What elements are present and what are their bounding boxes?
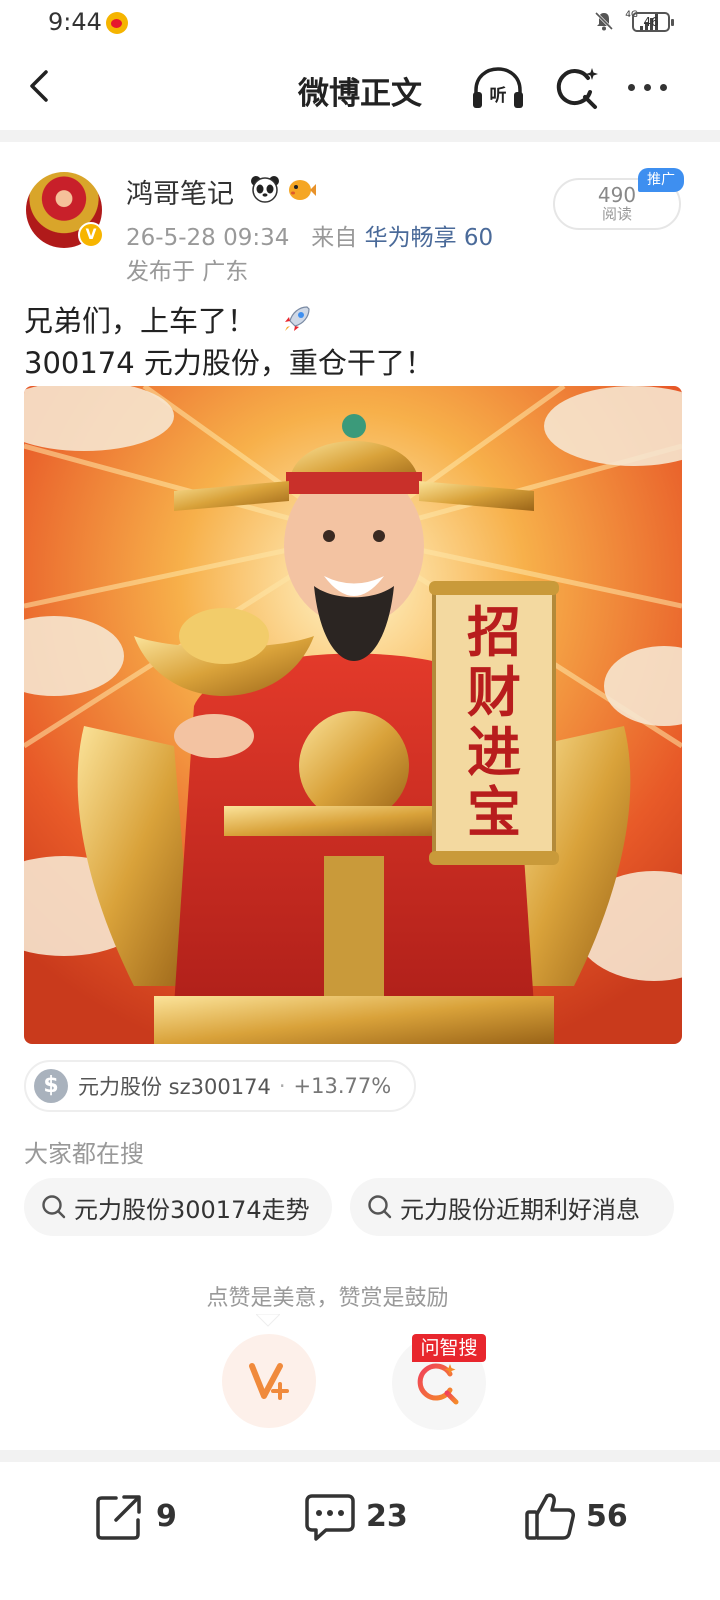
section-divider xyxy=(0,1450,720,1462)
weibo-notification-icon xyxy=(106,12,128,34)
reward-button[interactable] xyxy=(222,1334,316,1428)
thumbs-up-icon xyxy=(525,1493,575,1540)
share-button[interactable]: 9 xyxy=(92,1488,177,1544)
like-button[interactable]: 56 xyxy=(522,1488,628,1544)
search-icon xyxy=(42,1195,66,1219)
dollar-icon: $ xyxy=(34,1069,68,1103)
stock-separator: · xyxy=(278,1074,286,1098)
zhisou-tag: 问智搜 xyxy=(412,1334,486,1362)
page-title: 微博正文 xyxy=(298,76,422,112)
ai-search-icon[interactable] xyxy=(552,64,600,112)
post-image[interactable]: 招 财 进 宝 xyxy=(24,386,682,1044)
search-suggestion-label: 元力股份近期利好消息 xyxy=(400,1195,640,1224)
panda-emoji-icon xyxy=(251,176,279,203)
device-link[interactable]: 华为畅享 60 xyxy=(365,225,494,251)
listen-label: 听 xyxy=(490,85,507,106)
section-divider xyxy=(0,130,720,142)
tip-arrow-icon xyxy=(256,1314,280,1327)
scroll-char-2: 财 xyxy=(467,660,521,724)
post-line-1: 兄弟们，上车了！ xyxy=(24,300,434,342)
scroll-char-3: 进 xyxy=(467,720,521,784)
like-count: 56 xyxy=(586,1498,628,1534)
search-suggestion-label: 元力股份300174走势 xyxy=(74,1195,310,1224)
action-bar: 9 23 56 xyxy=(0,1462,720,1600)
views-label: 阅读 xyxy=(601,205,632,223)
reward-tip: 点赞是美意，赞赏是鼓励 xyxy=(206,1286,449,1311)
share-icon xyxy=(96,1495,141,1540)
pufferfish-emoji-icon xyxy=(289,180,316,200)
battery-indicator: 46 xyxy=(632,12,674,32)
post-meta: 26-5-28 09:34 来自 华为畅享 60 xyxy=(126,218,493,252)
listen-headphones-icon[interactable]: 听 xyxy=(470,64,526,112)
stock-change: +13.77% xyxy=(293,1074,392,1098)
comment-count: 23 xyxy=(366,1498,408,1534)
comment-button[interactable]: 23 xyxy=(302,1488,408,1544)
post-location: 发布于 广东 xyxy=(126,259,249,285)
mute-bell-icon xyxy=(595,11,614,31)
post-line-2: 300174 元力股份，重仓干了！ xyxy=(24,346,434,380)
stock-name: 元力股份 sz300174 xyxy=(78,1075,271,1099)
post-date: 26-5-28 09:34 xyxy=(126,225,290,251)
reward-v-plus-icon xyxy=(249,1363,289,1400)
comment-icon xyxy=(305,1494,355,1541)
stock-chip[interactable]: $ 元力股份 sz300174 · +13.77% xyxy=(24,1060,416,1112)
nav-bar: 微博正文 听 xyxy=(0,46,720,130)
promo-badge: 推广 xyxy=(638,168,684,192)
trending-search-title: 大家都在搜 xyxy=(24,1140,144,1168)
scroll-char-4: 宝 xyxy=(467,780,521,844)
more-options-icon[interactable] xyxy=(628,76,676,98)
status-bar: 9:44 4G 46 xyxy=(0,0,720,46)
search-suggestion[interactable]: 元力股份300174走势 xyxy=(24,1178,332,1236)
scroll-char-1: 招 xyxy=(467,600,521,664)
status-time: 9:44 xyxy=(48,8,102,36)
share-count: 9 xyxy=(156,1498,177,1534)
rocket-emoji-icon xyxy=(285,306,310,331)
source-prefix: 来自 xyxy=(311,225,358,251)
author-name[interactable]: 鸿哥笔记 xyxy=(126,172,234,211)
search-suggestion[interactable]: 元力股份近期利好消息 xyxy=(350,1178,674,1236)
post-text: 兄弟们，上车了！ 300174 元力股份，重仓干了！ xyxy=(24,300,434,384)
verified-badge-icon: V xyxy=(78,222,104,248)
search-icon xyxy=(368,1195,392,1219)
